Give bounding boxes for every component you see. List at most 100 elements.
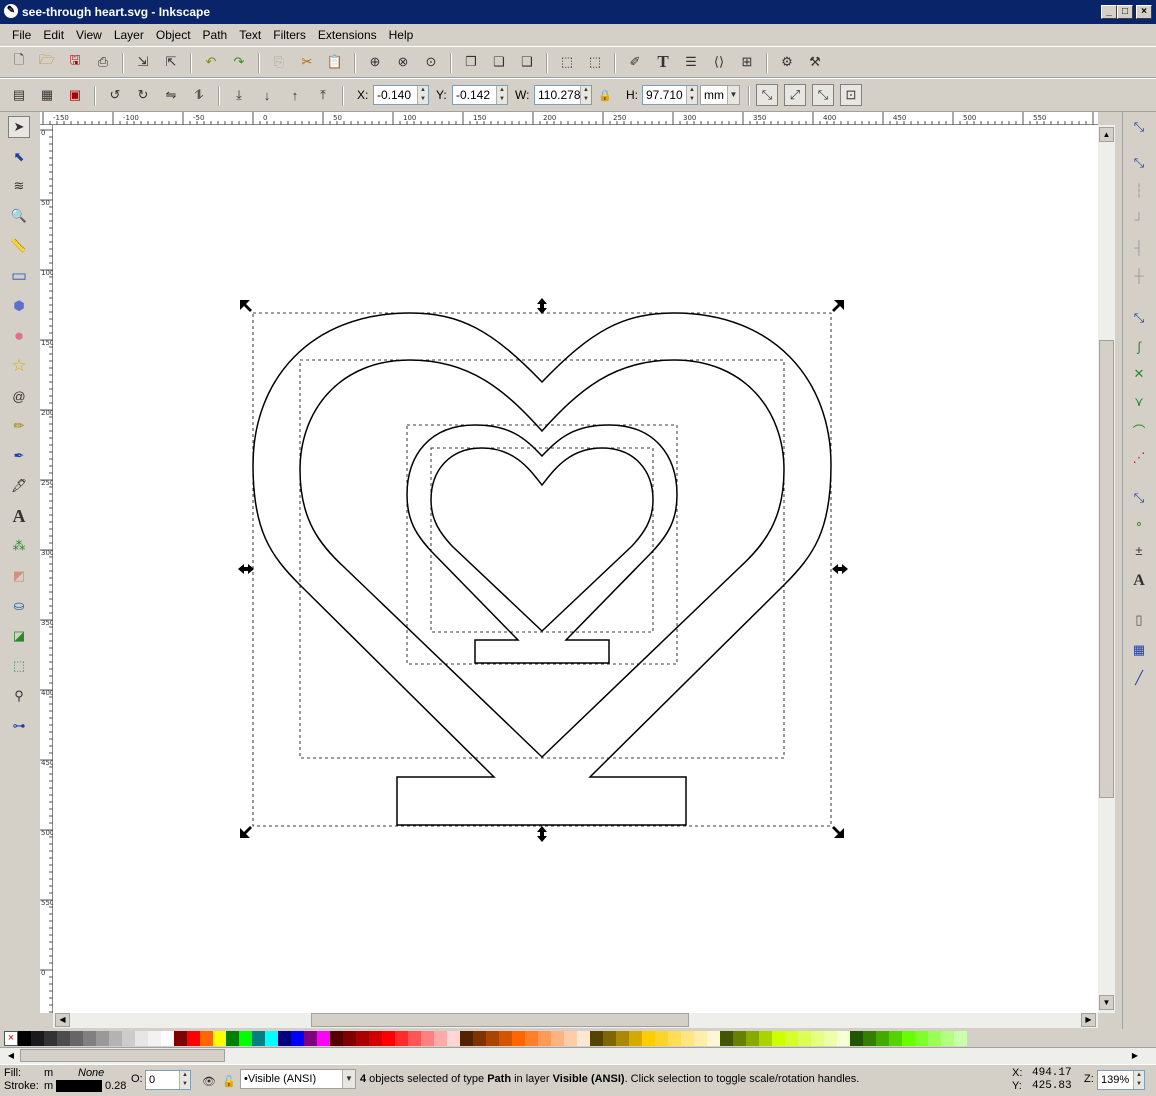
- palette-swatch[interactable]: [564, 1030, 577, 1046]
- palette-swatch[interactable]: [278, 1030, 291, 1046]
- palette-swatch[interactable]: [850, 1030, 863, 1046]
- palette-swatch[interactable]: [655, 1030, 668, 1046]
- snap-rotation-center-icon[interactable]: ±: [1128, 539, 1150, 561]
- transform-patterns-icon[interactable]: ⊡: [840, 84, 862, 106]
- palette-swatch[interactable]: [954, 1030, 967, 1046]
- palette-swatch[interactable]: [447, 1030, 460, 1046]
- align-distribute-icon[interactable]: ⊞: [736, 51, 758, 73]
- cut-icon[interactable]: ✂: [296, 51, 318, 73]
- snap-intersection-icon[interactable]: ✕: [1128, 363, 1150, 385]
- layer-visibility-eye-icon[interactable]: 👁: [198, 1070, 220, 1092]
- flip-horizontal-icon[interactable]: ⇋: [160, 84, 182, 106]
- menu-view[interactable]: View: [70, 28, 108, 42]
- zoom-page-icon[interactable]: ⊙: [420, 51, 442, 73]
- no-paint-swatch[interactable]: ×: [4, 1030, 18, 1046]
- palette-swatch[interactable]: [512, 1030, 525, 1046]
- palette-scroll-thumb[interactable]: [20, 1049, 225, 1062]
- calligraphy-icon[interactable]: 🖋: [8, 475, 30, 497]
- palette-swatch[interactable]: [616, 1030, 629, 1046]
- zoom-drawing-icon[interactable]: ⊗: [392, 51, 414, 73]
- current-layer-select[interactable]: •Visible (ANSI) ▼: [240, 1069, 356, 1089]
- pencil-icon[interactable]: ✏: [8, 415, 30, 437]
- lock-ratio-icon[interactable]: 🔒: [594, 84, 616, 106]
- snap-bbox-center-icon[interactable]: ┼: [1128, 264, 1150, 286]
- node-editor-icon[interactable]: ⬉: [8, 146, 30, 168]
- menu-file[interactable]: File: [6, 28, 37, 42]
- raise-icon[interactable]: ↑: [284, 84, 306, 106]
- palette-swatch[interactable]: [460, 1030, 473, 1046]
- scroll-down-arrow-icon[interactable]: ▼: [1099, 995, 1114, 1010]
- horizontal-ruler[interactable]: -150 -100 -50 0 50 100 150 200 250 300 350 400 450 50…: [40, 112, 1116, 125]
- palette-swatch[interactable]: [772, 1030, 785, 1046]
- drawing-canvas[interactable]: [53, 125, 1098, 1013]
- ellipse-icon[interactable]: ●: [8, 325, 30, 347]
- palette-swatch[interactable]: [551, 1030, 564, 1046]
- export-icon[interactable]: ⇱: [160, 51, 182, 73]
- palette-swatch[interactable]: [265, 1030, 278, 1046]
- snap-bbox-corner-icon[interactable]: ┘: [1128, 208, 1150, 230]
- star-icon[interactable]: ☆: [8, 355, 30, 377]
- new-document-icon[interactable]: 🗋: [8, 51, 30, 73]
- copy-icon[interactable]: ⎘: [268, 51, 290, 73]
- palette-swatch[interactable]: [31, 1030, 44, 1046]
- palette-swatch[interactable]: [304, 1030, 317, 1046]
- palette-swatch[interactable]: [421, 1030, 434, 1046]
- palette-swatch[interactable]: [681, 1030, 694, 1046]
- vertical-ruler[interactable]: 050100150200250300350400450500550050100: [40, 125, 54, 1047]
- palette-swatch[interactable]: [187, 1030, 200, 1046]
- snap-guide-icon[interactable]: ╱: [1128, 667, 1150, 689]
- palette-swatch[interactable]: [83, 1030, 96, 1046]
- chevron-down-icon[interactable]: ▼: [727, 86, 739, 104]
- text-font-icon[interactable]: T: [652, 51, 674, 73]
- palette-swatch[interactable]: [44, 1030, 57, 1046]
- rotate-ccw-icon[interactable]: ↺: [104, 84, 126, 106]
- snap-page-border-icon[interactable]: ▯: [1128, 609, 1150, 631]
- vertical-scrollbar[interactable]: ▲ ▼: [1098, 125, 1115, 1013]
- palette-swatch[interactable]: [941, 1030, 954, 1046]
- palette-swatch[interactable]: [824, 1030, 837, 1046]
- x-spin-arrows[interactable]: ▲ ▼: [417, 86, 428, 104]
- palette-swatch[interactable]: [369, 1030, 382, 1046]
- palette-swatch[interactable]: [213, 1030, 226, 1046]
- outer-heart-path[interactable]: [252, 312, 832, 826]
- menu-extensions[interactable]: Extensions: [312, 28, 383, 42]
- unlink-clone-icon[interactable]: ❑: [516, 51, 538, 73]
- menu-layer[interactable]: Layer: [108, 28, 150, 42]
- snap-path-icon[interactable]: ∫: [1128, 335, 1150, 357]
- spiral-icon[interactable]: @: [8, 385, 30, 407]
- text-tool-icon[interactable]: A: [8, 505, 30, 527]
- snap-text-baseline-icon[interactable]: A: [1128, 570, 1150, 592]
- palette-swatch[interactable]: [96, 1030, 109, 1046]
- y-input[interactable]: -0.142 ▲ ▼: [452, 85, 508, 105]
- menu-path[interactable]: Path: [197, 28, 234, 42]
- scroll-left-arrow-icon[interactable]: ◀: [55, 1013, 70, 1027]
- w-input[interactable]: 110.278 ▲ ▼: [534, 85, 592, 105]
- stroke-color-swatch[interactable]: [56, 1080, 102, 1092]
- flip-vertical-icon[interactable]: ⥮: [188, 84, 210, 106]
- lower-to-bottom-icon[interactable]: ⤓: [228, 84, 250, 106]
- palette-swatch[interactable]: [226, 1030, 239, 1046]
- palette-swatch[interactable]: [889, 1030, 902, 1046]
- preferences-icon[interactable]: ⚒: [804, 51, 826, 73]
- palette-swatch[interactable]: [577, 1030, 590, 1046]
- palette-swatch[interactable]: [57, 1030, 70, 1046]
- dropper-icon[interactable]: ⚲: [8, 685, 30, 707]
- palette-swatch[interactable]: [174, 1030, 187, 1046]
- lower-icon[interactable]: ↓: [256, 84, 278, 106]
- snap-cusp-icon[interactable]: ⋎: [1128, 391, 1150, 413]
- redo-icon[interactable]: ↷: [228, 51, 250, 73]
- opacity-spin-arrows[interactable]: ▲ ▼: [179, 1071, 190, 1089]
- document-properties-icon[interactable]: ⚙: [776, 51, 798, 73]
- scroll-up-arrow-icon[interactable]: ▲: [1099, 127, 1114, 142]
- palette-swatch[interactable]: [200, 1030, 213, 1046]
- palette-swatch[interactable]: [694, 1030, 707, 1046]
- pen-icon[interactable]: ✒: [8, 445, 30, 467]
- second-heart-path[interactable]: [299, 359, 785, 759]
- menu-help[interactable]: Help: [383, 28, 420, 42]
- 3d-box-icon[interactable]: ⬢: [8, 295, 30, 317]
- palette-swatch[interactable]: [434, 1030, 447, 1046]
- snap-toggle-icon[interactable]: ⤡: [1128, 116, 1150, 138]
- open-file-icon[interactable]: 🗁: [36, 51, 58, 73]
- h-spin-arrows[interactable]: ▲ ▼: [686, 86, 697, 104]
- palette-swatch[interactable]: [915, 1030, 928, 1046]
